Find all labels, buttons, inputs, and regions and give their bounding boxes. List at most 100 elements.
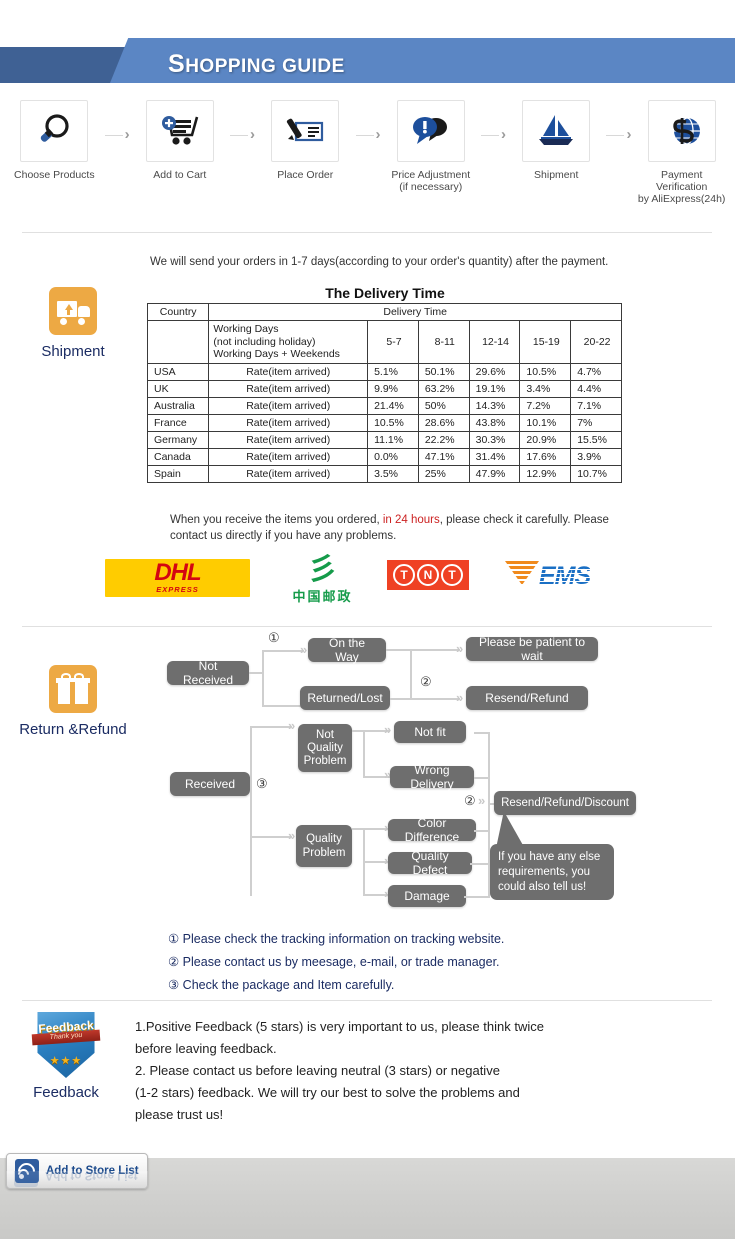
flow-node-received[interactable]: Received <box>170 772 250 796</box>
carrier-logos: DHL EXPRESS 彡 中国邮政 T N T EMS <box>0 553 735 623</box>
flow-node-quality-defect[interactable]: Quality Defect <box>388 849 472 877</box>
tnt-letter: T <box>393 564 415 586</box>
cell-rate: Rate(item arrived) <box>208 447 369 466</box>
flow-callout-extra-requirements: If you have any else requirements, you c… <box>490 844 614 900</box>
cell-value: 7.1% <box>570 396 622 415</box>
arrow-icon: » <box>456 641 464 656</box>
connector <box>262 650 264 706</box>
table-header-row-2: Working Days (not including holiday) Wor… <box>146 320 622 364</box>
flow-node-color-difference[interactable]: Color Difference <box>388 816 476 844</box>
dhl-subtext: EXPRESS <box>156 585 199 594</box>
cell-value: 21.4% <box>367 396 419 415</box>
page-title: SHOPPING GUIDE <box>168 50 345 79</box>
header-blank <box>146 320 210 364</box>
flow-node-on-the-way[interactable]: On the Way <box>308 636 386 664</box>
step-separator-1: › <box>101 100 134 143</box>
arrow-icon: » <box>300 642 308 657</box>
cell-country: Canada <box>146 447 210 466</box>
step-label: Price Adjustment (if necessary) <box>391 169 471 193</box>
cell-rate: Rate(item arrived) <box>208 464 369 483</box>
cell-value: 17.6% <box>519 447 572 466</box>
cell-country: Germany <box>146 430 210 449</box>
cell-value: 47.1% <box>417 447 470 466</box>
flow-node-damage[interactable]: Damage <box>388 885 466 907</box>
table-header-row-1: Country Delivery Time <box>146 303 622 321</box>
cell-value: 25% <box>417 464 470 483</box>
cell-value: 19.1% <box>468 379 521 398</box>
delivery-time-table: Country Delivery Time Working Days (not … <box>146 303 622 483</box>
cell-value: 12.9% <box>519 464 572 483</box>
flow-node-quality-problem[interactable]: Quality Problem <box>296 825 352 867</box>
cell-value: 30.3% <box>468 430 521 449</box>
badge-stars: ★★★ <box>49 1055 83 1067</box>
divider-1 <box>22 232 712 233</box>
connector <box>470 863 490 865</box>
cell-rate: Rate(item arrived) <box>208 379 369 398</box>
flow-node-resend-refund-discount[interactable]: Resend/Refund/Discount <box>494 791 636 815</box>
step-label: Add to Cart <box>153 169 207 181</box>
flow-node-returned-lost[interactable]: Returned/Lost <box>300 686 390 710</box>
feedback-shield-icon: Feedback Thank you ★★★ <box>2 1012 130 1082</box>
marker-two: ② <box>420 674 432 689</box>
node-line: Problem <box>302 847 346 859</box>
dollar-globe-icon <box>672 117 700 145</box>
flow-node-resend-refund[interactable]: Resend/Refund <box>466 686 588 710</box>
flow-node-please-wait[interactable]: Please be patient to wait <box>466 635 598 663</box>
arrow-icon: » <box>384 722 392 737</box>
flow-node-wrong-delivery[interactable]: Wrong Delivery <box>390 763 474 791</box>
cell-value: 10.5% <box>519 362 572 381</box>
cell-value: 22.2% <box>417 430 470 449</box>
divider-3 <box>22 1000 712 1001</box>
ems-chevron-icon <box>505 561 539 585</box>
section-icon-shipment: Shipment <box>8 287 138 360</box>
header-working-days: Working Days (not including holiday) Wor… <box>208 320 369 364</box>
cell-value: 50% <box>417 396 470 415</box>
feedback-line: (1-2 stars) feedback. We will try our be… <box>135 1085 520 1100</box>
connector <box>262 705 304 707</box>
section-icon-feedback: Feedback Thank you ★★★ Feedback <box>2 1012 130 1101</box>
cell-value: 10.7% <box>570 464 622 483</box>
marker-two: ② <box>464 793 476 808</box>
step-choose-products[interactable]: Choose Products <box>8 100 101 181</box>
step-icon-box <box>647 100 716 162</box>
china-post-name: 中国邮政 <box>292 589 353 604</box>
step-shipment[interactable]: Shipment <box>510 100 603 181</box>
step-payment-verification[interactable]: Payment Verification by AliExpress(24h) <box>635 100 728 205</box>
connector <box>250 726 292 728</box>
cell-value: 15.5% <box>570 430 622 449</box>
marker-one: ① <box>268 630 280 645</box>
step-label: Shipment <box>534 169 579 181</box>
cell-value: 0.0% <box>367 447 419 466</box>
flow-node-not-fit[interactable]: Not fit <box>394 721 466 743</box>
cell-value: 10.1% <box>519 413 572 432</box>
header-range-0: 5-7 <box>367 320 419 364</box>
table-row: Canada Rate(item arrived) 0.0% 47.1% 31.… <box>146 447 622 466</box>
table-row: Australia Rate(item arrived) 21.4% 50% 1… <box>146 396 622 415</box>
cell-value: 4.7% <box>570 362 622 381</box>
page-title-rest: HOPPING GUIDE <box>185 56 345 77</box>
cell-value: 50.1% <box>417 362 470 381</box>
feedback-line: please trust us! <box>135 1107 224 1122</box>
header-country: Country <box>146 303 210 321</box>
feedback-line: before leaving feedback. <box>135 1041 277 1056</box>
dhl-logo: DHL EXPRESS <box>105 559 250 597</box>
dhl-wordmark: DHL <box>154 559 201 586</box>
table-row: Germany Rate(item arrived) 11.1% 22.2% 3… <box>146 430 622 449</box>
delivery-truck-icon <box>49 287 97 335</box>
tnt-logo: T N T <box>387 560 469 590</box>
refund-note-1: ① Please check the tracking information … <box>168 932 505 946</box>
china-post-logo: 彡 中国邮政 <box>285 555 360 605</box>
cell-value: 31.4% <box>468 447 521 466</box>
connector <box>410 649 412 698</box>
cell-country: Australia <box>146 396 210 415</box>
flow-node-not-quality-problem[interactable]: Not Quality Problem <box>298 724 352 772</box>
cell-country: UK <box>146 379 210 398</box>
page-header: SHOPPING GUIDE <box>0 0 735 95</box>
connector <box>410 698 460 700</box>
section-label-feedback: Feedback <box>33 1084 99 1101</box>
step-place-order[interactable]: Place Order <box>259 100 352 181</box>
flow-node-not-received[interactable]: Not Received <box>167 659 249 687</box>
step-add-to-cart[interactable]: Add to Cart <box>133 100 226 181</box>
step-price-adjustment[interactable]: Price Adjustment (if necessary) <box>384 100 477 193</box>
tnt-letter: T <box>441 564 463 586</box>
